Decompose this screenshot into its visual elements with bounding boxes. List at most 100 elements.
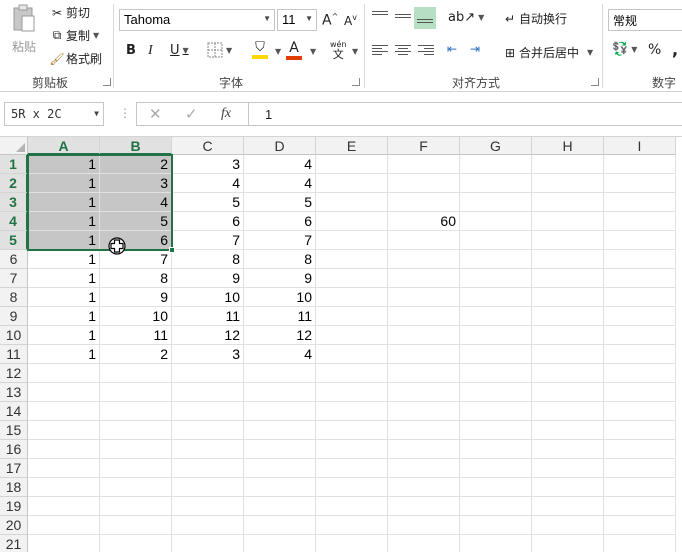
format-painter-button[interactable]: 🖌 格式刷 (48, 50, 102, 67)
cell-d10[interactable]: 12 (244, 326, 316, 345)
cell-c8[interactable]: 10 (172, 288, 244, 307)
cell-a1[interactable]: 1 (28, 155, 100, 174)
cell-a20[interactable] (28, 516, 100, 535)
cell-d6[interactable]: 8 (244, 250, 316, 269)
cell-d9[interactable]: 11 (244, 307, 316, 326)
bottom-align-button[interactable] (414, 7, 436, 29)
cell-i6[interactable] (604, 250, 676, 269)
cell-f3[interactable] (388, 193, 460, 212)
cell-h6[interactable] (532, 250, 604, 269)
cell-c17[interactable] (172, 459, 244, 478)
cell-b3[interactable]: 4 (100, 193, 172, 212)
cell-c2[interactable]: 4 (172, 174, 244, 193)
cell-h3[interactable] (532, 193, 604, 212)
cell-b17[interactable] (100, 459, 172, 478)
column-header-e[interactable]: E (316, 137, 388, 155)
column-header-c[interactable]: C (172, 137, 244, 155)
cell-e18[interactable] (316, 478, 388, 497)
cell-b19[interactable] (100, 497, 172, 516)
cell-e4[interactable] (316, 212, 388, 231)
cell-h2[interactable] (532, 174, 604, 193)
cell-d17[interactable] (244, 459, 316, 478)
cell-a2[interactable]: 1 (28, 174, 100, 193)
bold-button[interactable]: B (126, 43, 136, 58)
cell-b16[interactable] (100, 440, 172, 459)
accounting-format-button[interactable]: 💱 ▼ (612, 42, 637, 57)
row-header-1[interactable]: 1 (0, 155, 28, 174)
cell-a21[interactable] (28, 535, 100, 552)
cell-e1[interactable] (316, 155, 388, 174)
cell-g15[interactable] (460, 421, 532, 440)
cell-f15[interactable] (388, 421, 460, 440)
cell-e12[interactable] (316, 364, 388, 383)
cell-d1[interactable]: 4 (244, 155, 316, 174)
cell-c12[interactable] (172, 364, 244, 383)
align-left-button[interactable] (372, 44, 388, 56)
cell-e7[interactable] (316, 269, 388, 288)
decrease-indent-button[interactable]: ⇤ (447, 42, 457, 56)
cell-d3[interactable]: 5 (244, 193, 316, 212)
cell-c15[interactable] (172, 421, 244, 440)
cell-h14[interactable] (532, 402, 604, 421)
cell-h19[interactable] (532, 497, 604, 516)
row-header-13[interactable]: 13 (0, 383, 28, 402)
cell-e20[interactable] (316, 516, 388, 535)
insert-function-icon[interactable]: fx (221, 106, 231, 122)
cell-a17[interactable] (28, 459, 100, 478)
cell-h15[interactable] (532, 421, 604, 440)
cell-a7[interactable]: 1 (28, 269, 100, 288)
orientation-button[interactable]: ab↗ ▼ (448, 10, 484, 25)
cell-h18[interactable] (532, 478, 604, 497)
cell-b12[interactable] (100, 364, 172, 383)
select-all-button[interactable] (0, 137, 28, 155)
cell-e19[interactable] (316, 497, 388, 516)
underline-button[interactable]: U ▼ (170, 43, 189, 58)
row-header-14[interactable]: 14 (0, 402, 28, 421)
cell-g16[interactable] (460, 440, 532, 459)
row-header-3[interactable]: 3 (0, 193, 28, 212)
cell-d8[interactable]: 10 (244, 288, 316, 307)
cell-b15[interactable] (100, 421, 172, 440)
grow-font-button[interactable]: A^ (322, 12, 338, 29)
cell-b9[interactable]: 10 (100, 307, 172, 326)
cell-f17[interactable] (388, 459, 460, 478)
cell-d7[interactable]: 9 (244, 269, 316, 288)
top-align-button[interactable] (372, 10, 388, 22)
cell-f10[interactable] (388, 326, 460, 345)
column-header-a[interactable]: A (28, 137, 100, 155)
row-header-12[interactable]: 12 (0, 364, 28, 383)
cell-c18[interactable] (172, 478, 244, 497)
cell-f4[interactable]: 60 (388, 212, 460, 231)
cell-g4[interactable] (460, 212, 532, 231)
cell-f5[interactable] (388, 231, 460, 250)
cell-i2[interactable] (604, 174, 676, 193)
cell-a12[interactable] (28, 364, 100, 383)
chevron-down-icon[interactable]: ▼ (352, 47, 358, 56)
cell-h16[interactable] (532, 440, 604, 459)
align-right-button[interactable] (418, 44, 434, 56)
number-format-select[interactable]: 常规 (608, 9, 682, 31)
font-launcher-icon[interactable] (352, 78, 360, 86)
cell-h8[interactable] (532, 288, 604, 307)
row-header-7[interactable]: 7 (0, 269, 28, 288)
cell-i5[interactable] (604, 231, 676, 250)
paste-button[interactable]: 粘贴 (6, 4, 42, 64)
border-button[interactable]: ▼ (207, 42, 232, 58)
row-header-5[interactable]: 5 (0, 231, 28, 250)
cell-a10[interactable]: 1 (28, 326, 100, 345)
cell-a13[interactable] (28, 383, 100, 402)
cell-g18[interactable] (460, 478, 532, 497)
cell-d20[interactable] (244, 516, 316, 535)
cell-g14[interactable] (460, 402, 532, 421)
cell-h1[interactable] (532, 155, 604, 174)
cell-d5[interactable]: 7 (244, 231, 316, 250)
cell-d18[interactable] (244, 478, 316, 497)
cell-i18[interactable] (604, 478, 676, 497)
column-header-f[interactable]: F (388, 137, 460, 155)
cell-g6[interactable] (460, 250, 532, 269)
row-header-18[interactable]: 18 (0, 478, 28, 497)
cell-b4[interactable]: 5 (100, 212, 172, 231)
cell-c11[interactable]: 3 (172, 345, 244, 364)
cell-c19[interactable] (172, 497, 244, 516)
row-header-17[interactable]: 17 (0, 459, 28, 478)
